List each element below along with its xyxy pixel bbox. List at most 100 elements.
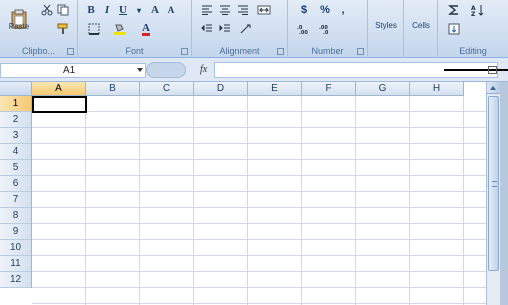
annotation-line (444, 69, 508, 71)
row-header-10[interactable]: 10 (0, 240, 32, 256)
cells-label: Cells (412, 21, 430, 30)
decrease-indent-icon (201, 24, 212, 32)
increase-decimal-button[interactable]: .0.00 (294, 22, 314, 36)
font-launcher-button[interactable] (181, 48, 188, 55)
row-header-11[interactable]: 11 (0, 256, 32, 272)
autosum-button[interactable] (444, 3, 464, 17)
decrease-decimal-icon: .00.0 (319, 25, 329, 34)
name-box-dropdown-icon[interactable] (137, 68, 143, 72)
alignment-group-label: Alignment (219, 46, 260, 56)
increase-indent-button[interactable] (218, 22, 232, 36)
paste-label: Paste (8, 22, 30, 31)
format-painter-button[interactable] (56, 22, 70, 36)
decrease-indent-button[interactable] (200, 22, 214, 36)
currency-button[interactable]: $ (294, 3, 314, 17)
merge-center-button[interactable] (254, 3, 274, 17)
orientation-button[interactable] (236, 22, 256, 36)
column-header-d[interactable]: D (194, 82, 248, 96)
alignment-launcher-button[interactable] (277, 48, 284, 55)
column-header-c[interactable]: C (140, 82, 194, 96)
cut-icon (41, 4, 53, 16)
svg-text:Z: Z (471, 11, 476, 16)
select-all-button[interactable] (0, 82, 32, 96)
column-header-h[interactable]: H (410, 82, 464, 96)
alignment-group: Alignment (192, 0, 288, 58)
clipboard-group: Paste Clipbo... (0, 0, 78, 58)
insert-function-button[interactable]: fx (200, 64, 207, 75)
svg-text:.00: .00 (299, 30, 308, 34)
row-header-8[interactable]: 8 (0, 208, 32, 224)
row-header-12[interactable]: 12 (0, 272, 32, 288)
align-right-icon (238, 5, 248, 15)
row-header-7[interactable]: 7 (0, 192, 32, 208)
active-cell-a1[interactable] (32, 96, 87, 113)
increase-decimal-icon: .0.00 (297, 25, 308, 34)
row-header-6[interactable]: 6 (0, 176, 32, 192)
formula-bar: A1 fx (0, 58, 508, 82)
scroll-grip-icon (492, 181, 497, 187)
column-header-e[interactable]: E (248, 82, 302, 96)
fill-color-icon (114, 24, 126, 35)
fill-color-button[interactable] (110, 22, 130, 36)
number-launcher-button[interactable] (357, 48, 364, 55)
styles-group: Styles (368, 0, 404, 58)
vertical-scrollbar[interactable] (486, 82, 500, 305)
column-header-a[interactable]: A (32, 82, 86, 96)
copy-button[interactable] (56, 3, 70, 17)
copy-icon (57, 4, 69, 16)
orientation-icon (240, 24, 251, 34)
expand-formula-bar-button[interactable] (488, 66, 497, 74)
align-center-button[interactable] (218, 3, 232, 17)
column-header-f[interactable]: F (302, 82, 356, 96)
percent-button[interactable]: % (318, 3, 332, 17)
name-box[interactable]: A1 (0, 63, 146, 78)
column-header-b[interactable]: B (86, 82, 140, 96)
worksheet-grid: ABCDEFGH 1 2 3 4 5 6 7 8 9 10 11 12 (0, 82, 486, 305)
styles-button[interactable]: Styles (370, 4, 402, 50)
row-header-4[interactable]: 4 (0, 144, 32, 160)
comma-button[interactable]: , (336, 3, 350, 17)
underline-dropdown-button[interactable]: ▾ (132, 3, 146, 17)
fill-down-icon (448, 23, 460, 35)
editing-group: AZ Editing (438, 0, 508, 58)
clipboard-launcher-button[interactable] (67, 48, 74, 55)
svg-text:.0: .0 (323, 30, 329, 34)
cells-button[interactable]: Cells (406, 4, 436, 50)
decrease-decimal-button[interactable]: .00.0 (316, 22, 336, 36)
row-header-9[interactable]: 9 (0, 224, 32, 240)
align-right-button[interactable] (236, 3, 250, 17)
font-color-button[interactable]: A (136, 22, 156, 36)
window-edge (500, 82, 508, 305)
underline-button[interactable]: U (116, 3, 130, 17)
scroll-up-button[interactable] (487, 82, 500, 94)
sort-filter-icon: AZ (471, 5, 484, 16)
number-group-label: Number (311, 46, 344, 56)
increase-indent-icon (219, 24, 230, 32)
column-header-g[interactable]: G (356, 82, 410, 96)
row-header-2[interactable]: 2 (0, 112, 32, 128)
align-center-icon (220, 5, 230, 15)
font-color-letter: A (142, 21, 150, 36)
merge-icon (257, 5, 271, 15)
grow-font-button[interactable]: A (148, 3, 162, 17)
cell-area[interactable] (32, 96, 486, 305)
row-header-3[interactable]: 3 (0, 128, 32, 144)
fill-button[interactable] (444, 22, 464, 36)
align-left-button[interactable] (200, 3, 214, 17)
row-header-5[interactable]: 5 (0, 160, 32, 176)
number-group: $ % , .0.00 .00.0 Number (288, 0, 368, 58)
clipboard-group-label: Clipbo... (21, 46, 56, 56)
scroll-thumb[interactable] (488, 96, 499, 271)
cut-button[interactable] (40, 3, 54, 17)
font-group: B I U ▾ A A A Font (78, 0, 192, 58)
borders-button[interactable] (84, 22, 104, 36)
cells-group: Cells (404, 0, 438, 58)
row-header-1[interactable]: 1 (0, 96, 32, 112)
italic-button[interactable]: I (100, 3, 114, 17)
sort-filter-button[interactable]: AZ (468, 3, 488, 17)
borders-icon (88, 23, 100, 35)
bold-button[interactable]: B (84, 3, 98, 17)
shrink-font-button[interactable]: A (164, 3, 178, 17)
editing-group-label: Editing (459, 46, 487, 56)
formula-bar-handle[interactable] (146, 62, 186, 78)
